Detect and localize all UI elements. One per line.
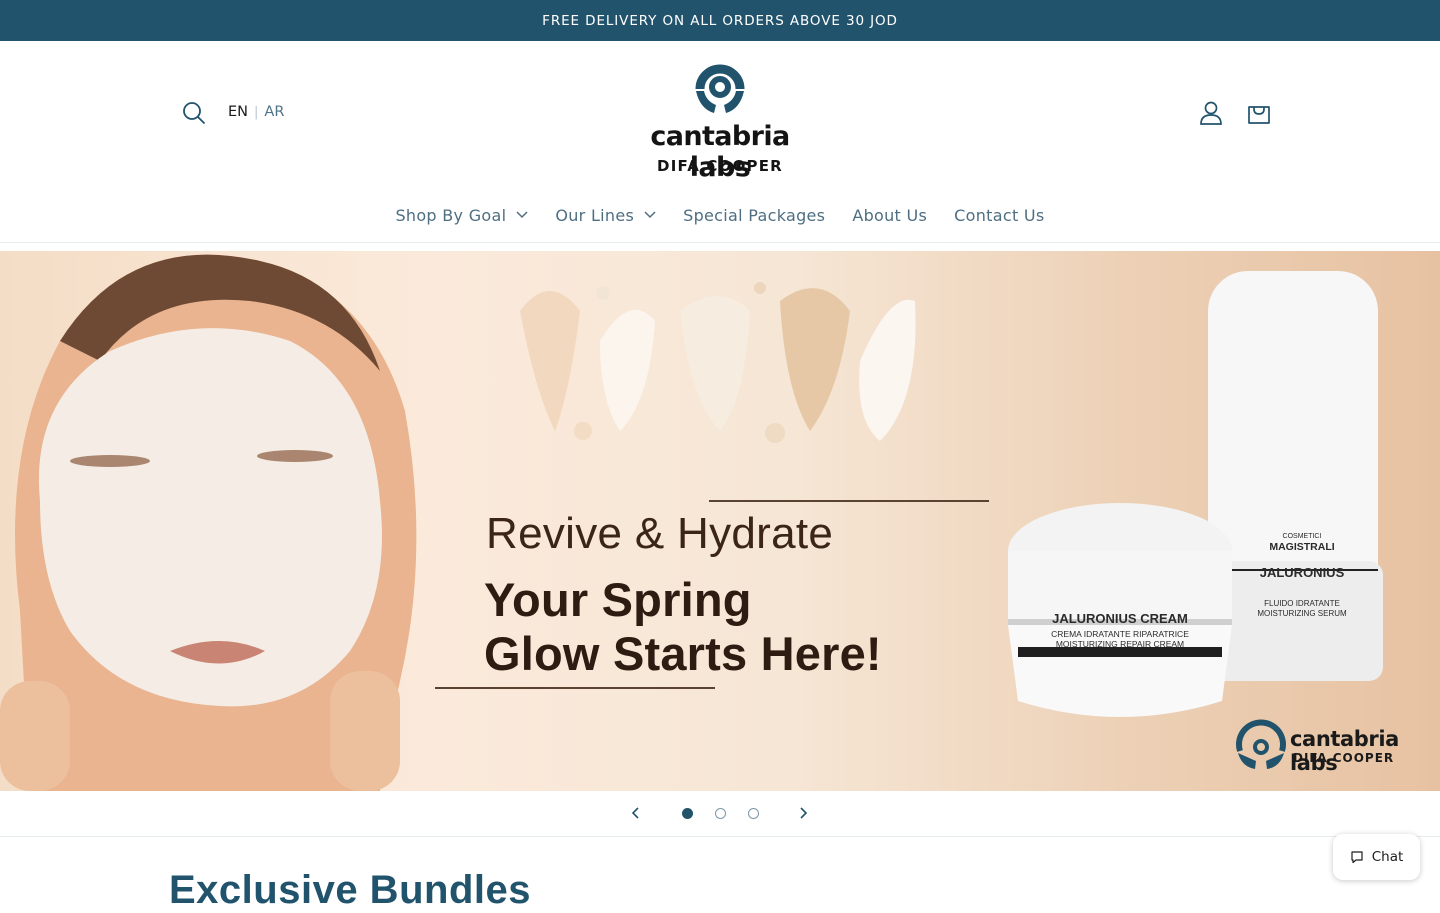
announcement-bar: FREE DELIVERY ON ALL ORDERS ABOVE 30 JOD	[0, 0, 1440, 41]
hero-tagline-line1: Your Spring	[484, 573, 752, 626]
account-icon	[1200, 101, 1222, 125]
slide-dot-3[interactable]	[748, 808, 759, 819]
hero-slideshow[interactable]: Revive & Hydrate Your Spring Glow Starts…	[0, 251, 1440, 791]
chevron-left-icon	[631, 807, 639, 819]
nav-special-packages[interactable]: Special Packages	[683, 201, 825, 229]
hero-brand-subtitle: DIFA COOPER	[1293, 751, 1395, 765]
hero-tagline-line2: Glow Starts Here!	[484, 627, 882, 680]
bottle-product-line1: FLUIDO IDRATANTE	[1264, 599, 1340, 608]
logo-mark-icon	[695, 64, 745, 113]
jar-product-line2: MOISTURIZING REPAIR CREAM	[1055, 639, 1185, 649]
logo-subtitle: DIFA COOPER	[657, 157, 783, 175]
hero-tagline: Your Spring Glow Starts Here!	[484, 573, 882, 681]
chevron-right-icon	[800, 807, 808, 819]
previous-slide-button[interactable]	[624, 802, 646, 824]
jar-product-line1: CREMA IDRATANTE RIPARATRICE	[1051, 629, 1189, 639]
nav-label: Contact Us	[954, 205, 1045, 225]
nav-label: About Us	[852, 205, 928, 225]
slide-dot-1[interactable]	[682, 808, 693, 819]
bottle-product-name: JALURONIUS	[1259, 565, 1345, 580]
chevron-down-icon	[516, 211, 528, 219]
bottle-brand: MAGISTRALI	[1269, 541, 1335, 553]
slide-dot-2[interactable]	[715, 808, 726, 819]
search-button[interactable]	[180, 99, 208, 127]
nav-about-us[interactable]: About Us	[852, 201, 927, 229]
nav-label: Special Packages	[683, 205, 826, 225]
next-slide-button[interactable]	[793, 802, 815, 824]
main-navigation: Shop By Goal Our Lines Special Packages …	[0, 201, 1440, 229]
hero-headline: Revive & Hydrate	[486, 509, 834, 558]
jar-product-name: JALURONIUS CREAM	[1052, 611, 1188, 626]
chat-icon	[1351, 851, 1363, 864]
nav-contact-us[interactable]: Contact Us	[954, 201, 1044, 229]
lang-ar-link[interactable]: AR	[264, 104, 284, 120]
decorative-line-top	[709, 500, 989, 502]
decorative-line-bottom	[435, 687, 715, 689]
nav-our-lines[interactable]: Our Lines	[555, 201, 656, 229]
lang-en-link[interactable]: EN	[228, 104, 248, 120]
chat-label: Chat	[1371, 849, 1404, 865]
language-switcher: EN | AR	[228, 104, 284, 120]
site-header: EN | AR cantabria labs DIFA COOPER Shop …	[0, 41, 1440, 243]
section-title: Exclusive Bundles	[169, 868, 531, 912]
lang-separator: |	[254, 104, 259, 120]
bottle-brand-small: COSMETICI	[1282, 533, 1322, 540]
cart-icon	[1248, 106, 1270, 124]
search-icon	[183, 102, 205, 124]
announcement-text: FREE DELIVERY ON ALL ORDERS ABOVE 30 JOD	[542, 12, 898, 29]
nav-shop-by-goal[interactable]: Shop By Goal	[395, 201, 528, 229]
account-button[interactable]	[1197, 99, 1225, 127]
chat-button[interactable]: Chat	[1333, 834, 1420, 880]
nav-label: Our Lines	[555, 205, 635, 225]
chevron-down-icon	[644, 211, 656, 219]
nav-label: Shop By Goal	[395, 205, 507, 225]
cart-button[interactable]	[1245, 99, 1273, 127]
bottle-product-line2: MOISTURIZING SERUM	[1257, 609, 1347, 618]
site-logo[interactable]: cantabria labs DIFA COOPER	[630, 57, 810, 183]
slideshow-controls	[0, 791, 1440, 837]
